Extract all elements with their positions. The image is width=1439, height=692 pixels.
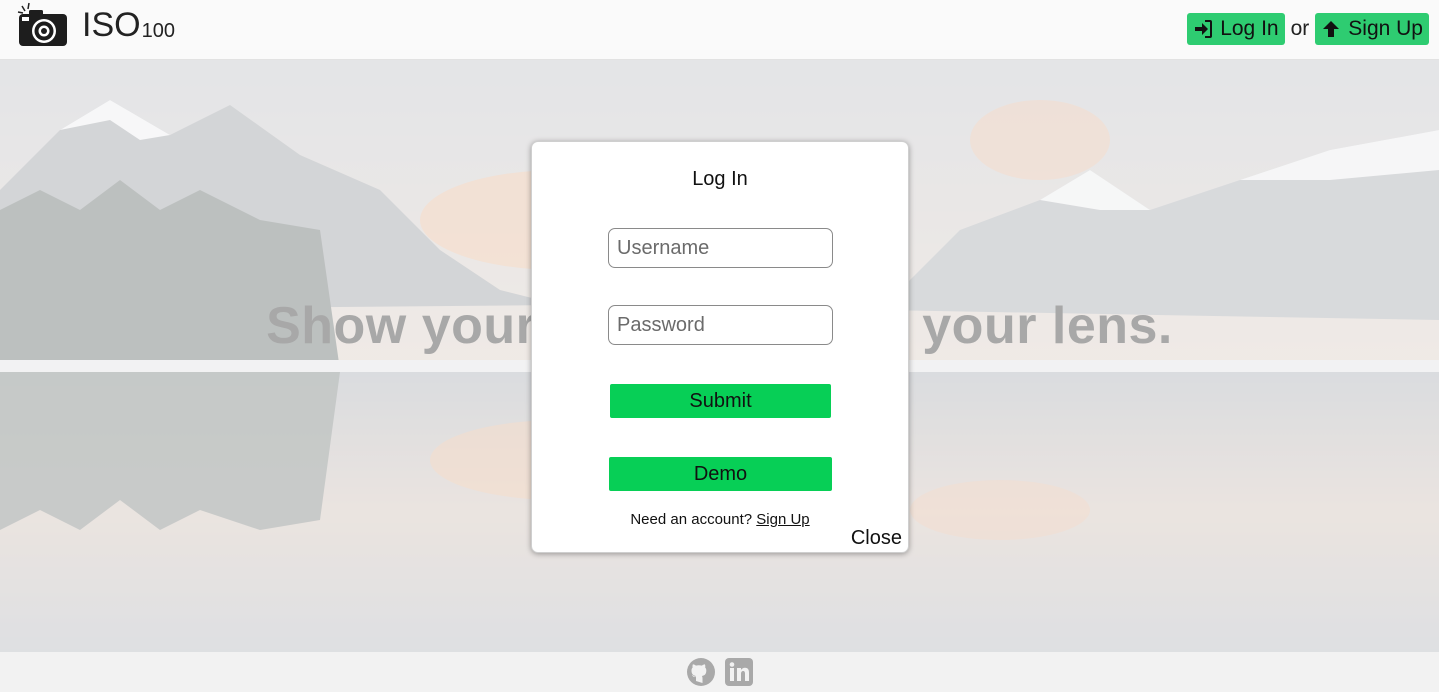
footer bbox=[0, 652, 1439, 692]
logo[interactable]: ISO 100 bbox=[16, 2, 175, 48]
password-input[interactable] bbox=[608, 305, 833, 345]
need-account-row: Need an account? Sign Up bbox=[532, 511, 908, 528]
modal-title: Log In bbox=[692, 168, 748, 190]
demo-button[interactable]: Demo bbox=[609, 457, 832, 491]
auth-links: Log In or Sign Up bbox=[1187, 13, 1429, 45]
camera-icon bbox=[16, 2, 70, 48]
submit-button[interactable]: Submit bbox=[610, 384, 831, 418]
need-account-text: Need an account? bbox=[630, 511, 753, 528]
top-nav: ISO 100 Log In or Sign Up bbox=[0, 0, 1439, 60]
username-input[interactable] bbox=[608, 228, 833, 268]
header-signup-label: Sign Up bbox=[1348, 17, 1423, 40]
login-modal: Log In Submit Demo Need an account? Sign… bbox=[531, 141, 909, 553]
or-text: or bbox=[1290, 17, 1310, 40]
signup-link[interactable]: Sign Up bbox=[756, 511, 809, 528]
brand-name: ISO 100 bbox=[82, 8, 175, 42]
arrow-up-icon bbox=[1323, 21, 1340, 37]
brand-subscript: 100 bbox=[141, 20, 175, 42]
github-icon[interactable] bbox=[686, 657, 716, 687]
brand-text: ISO bbox=[82, 6, 141, 44]
header-login-button[interactable]: Log In bbox=[1187, 13, 1285, 45]
header-signup-button[interactable]: Sign Up bbox=[1315, 13, 1429, 45]
linkedin-icon[interactable] bbox=[724, 657, 754, 687]
header-login-label: Log In bbox=[1220, 17, 1279, 40]
sign-in-icon bbox=[1195, 20, 1213, 38]
close-button[interactable]: Close bbox=[851, 527, 902, 550]
